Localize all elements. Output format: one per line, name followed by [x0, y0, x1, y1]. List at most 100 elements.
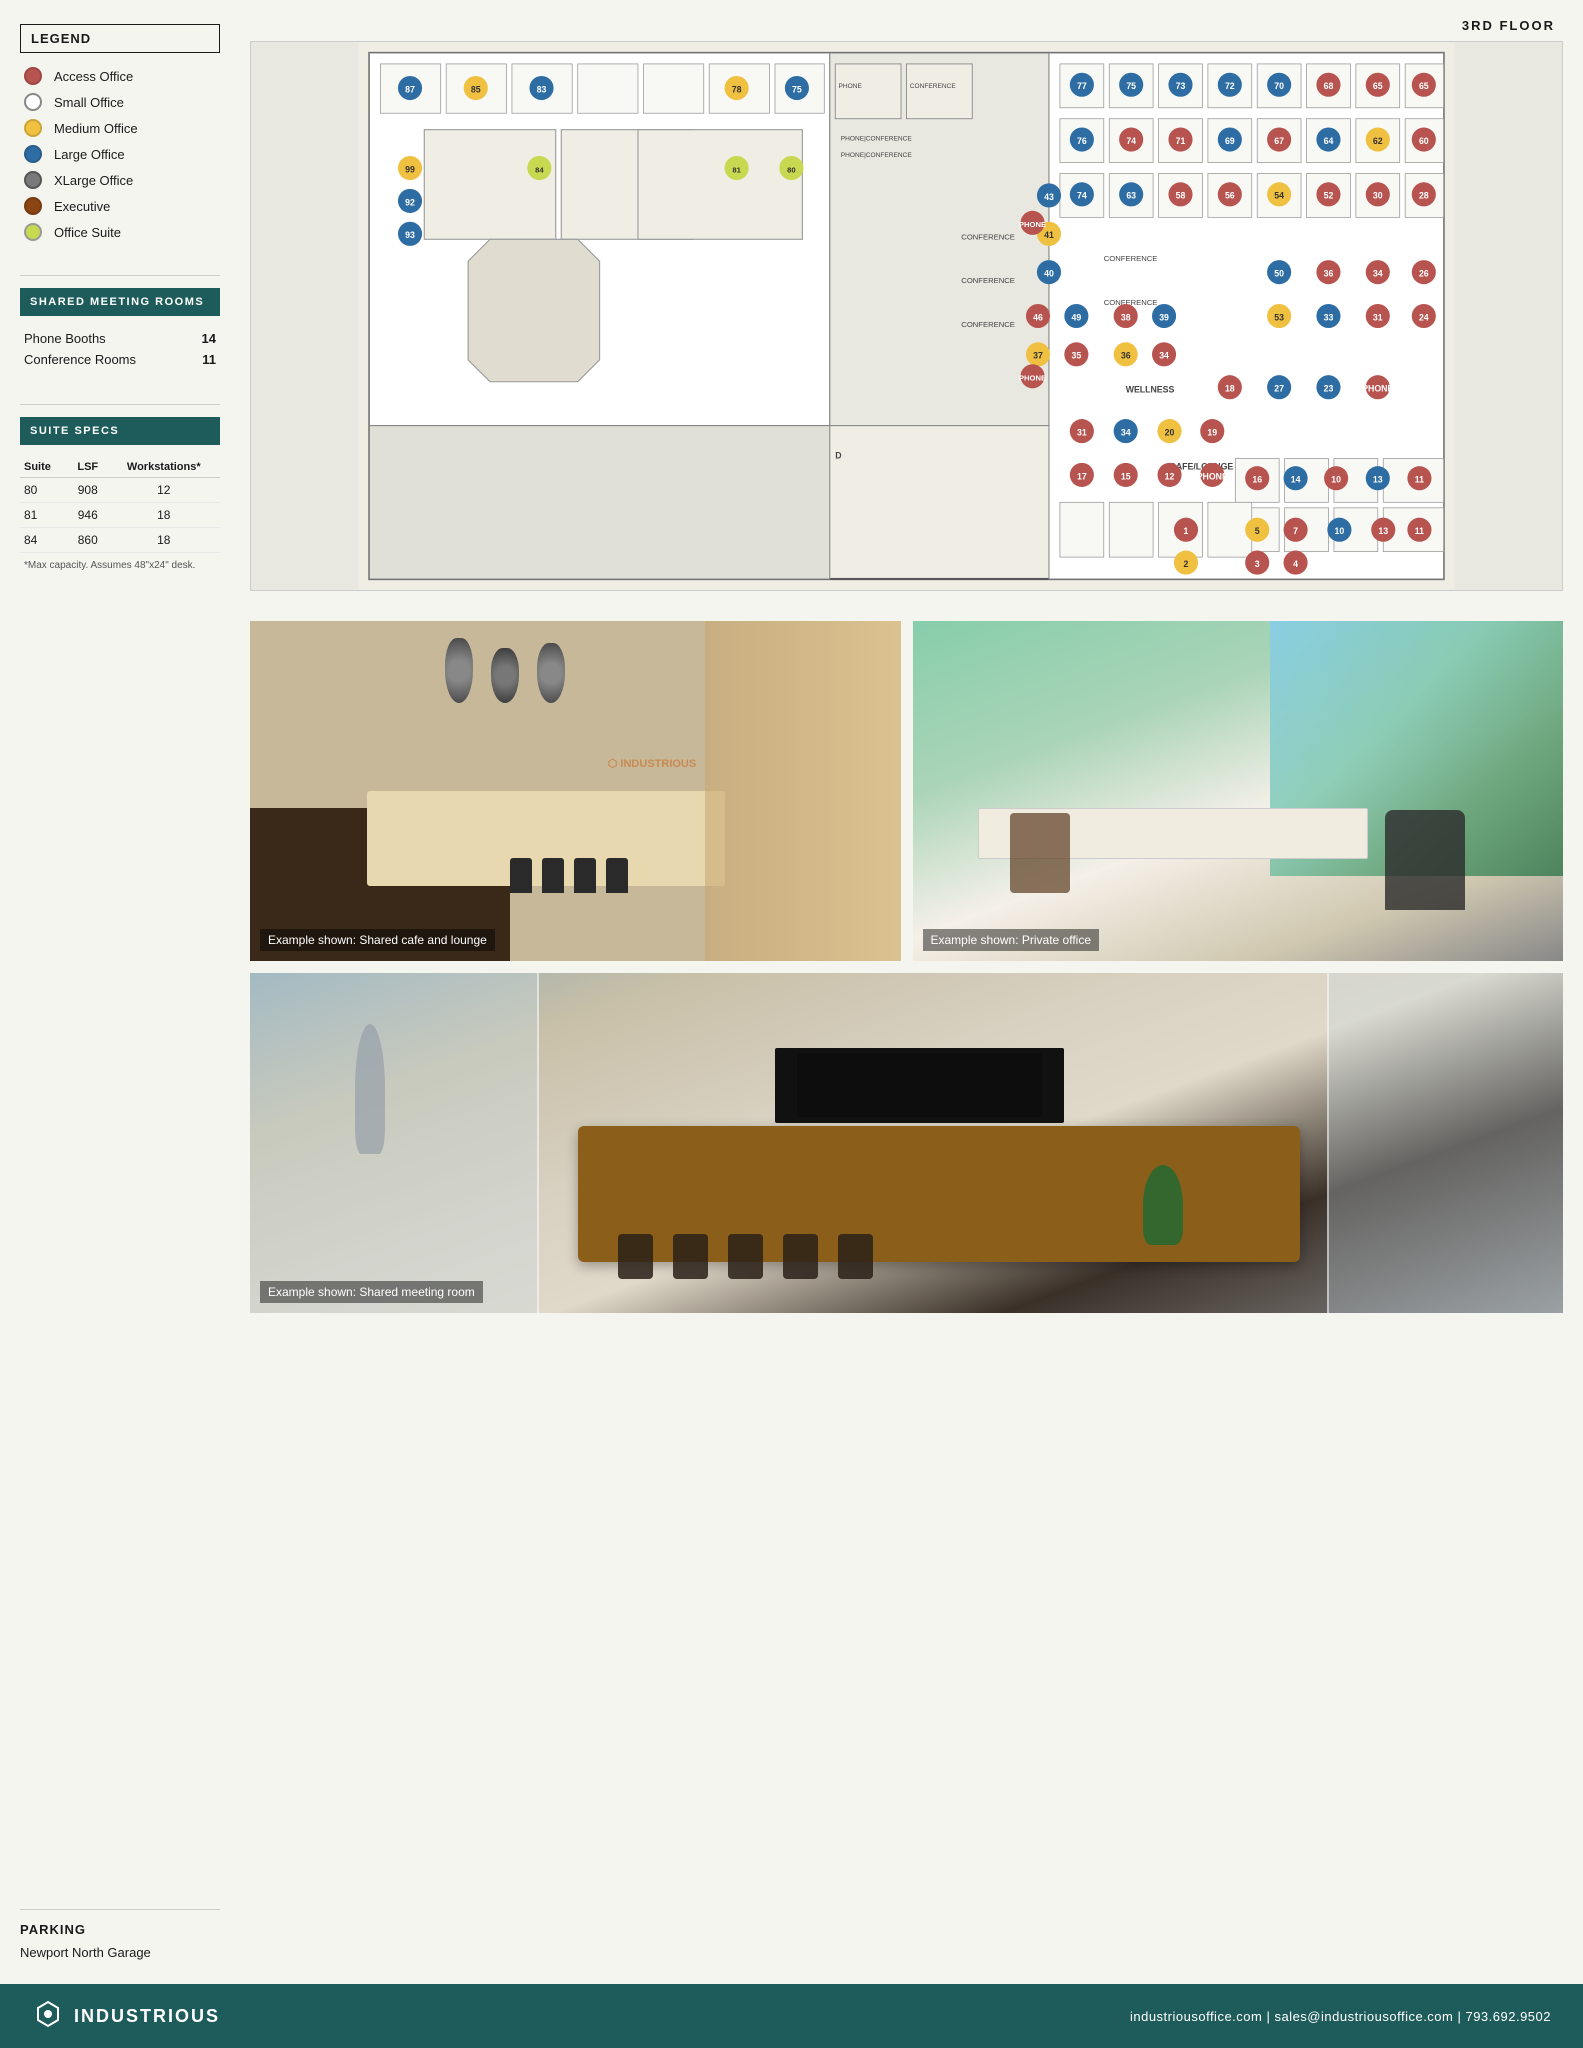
svg-text:67: 67 — [1274, 136, 1284, 146]
svg-text:PHONE: PHONE — [1362, 384, 1393, 394]
legend-label-suite: Office Suite — [54, 225, 121, 240]
svg-text:27: 27 — [1274, 384, 1284, 394]
svg-text:20: 20 — [1165, 427, 1175, 437]
footer-contact: industriousoffice.com | sales@industriou… — [1130, 2009, 1551, 2024]
ws-80: 12 — [108, 478, 220, 503]
svg-text:75: 75 — [1126, 81, 1136, 91]
svg-text:58: 58 — [1176, 191, 1186, 201]
svg-text:31: 31 — [1077, 427, 1087, 437]
svg-text:35: 35 — [1072, 351, 1082, 361]
legend-item-executive: Executive — [24, 197, 216, 215]
svg-text:40: 40 — [1044, 269, 1054, 279]
industrious-logo-icon — [32, 2000, 64, 2032]
svg-text:60: 60 — [1419, 136, 1429, 146]
svg-text:87: 87 — [405, 84, 415, 94]
svg-text:CONFERENCE: CONFERENCE — [961, 232, 1015, 241]
svg-text:46: 46 — [1033, 312, 1043, 322]
svg-text:83: 83 — [537, 84, 547, 94]
svg-text:13: 13 — [1378, 526, 1388, 536]
ws-84: 18 — [108, 528, 220, 553]
table-row: 84 860 18 — [20, 528, 220, 553]
table-row: 80 908 12 — [20, 478, 220, 503]
svg-text:52: 52 — [1324, 191, 1334, 201]
floor-plan-svg: SUITE 84 SUITE 81 SUITE 80 PHONE CONFERE… — [251, 42, 1562, 590]
svg-text:75: 75 — [792, 84, 802, 94]
svg-text:63: 63 — [1126, 191, 1136, 201]
legend-title: LEGEND — [20, 24, 220, 53]
cafe-image: ⬡ INDUSTRIOUS — [250, 621, 901, 961]
suite-80: 80 — [20, 478, 68, 503]
large-icon — [24, 145, 42, 163]
svg-text:D: D — [835, 450, 841, 460]
legend-label-small: Small Office — [54, 95, 124, 110]
svg-text:85: 85 — [471, 84, 481, 94]
office-caption: Example shown: Private office — [923, 929, 1100, 951]
svg-text:49: 49 — [1072, 312, 1082, 322]
svg-text:12: 12 — [1165, 471, 1175, 481]
shared-meeting-rooms-section: SHARED MEETING ROOMS Phone Booths 14 Con… — [20, 288, 220, 370]
svg-text:99: 99 — [405, 164, 415, 174]
svg-text:43: 43 — [1044, 192, 1054, 202]
svg-text:68: 68 — [1324, 81, 1334, 91]
ws-81: 18 — [108, 503, 220, 528]
svg-text:2: 2 — [1184, 559, 1189, 569]
photos-section: ⬡ INDUSTRIOUS Example shown: Shared cafe… — [240, 601, 1583, 1323]
svg-text:77: 77 — [1077, 81, 1087, 91]
svg-text:24: 24 — [1419, 312, 1429, 322]
svg-text:36: 36 — [1121, 351, 1131, 361]
meeting-caption: Example shown: Shared meeting room — [260, 1281, 483, 1303]
suite-icon — [24, 223, 42, 241]
svg-text:71: 71 — [1176, 136, 1186, 146]
content-area: 3RD FLOOR — [240, 0, 1583, 1984]
phone-booths-label: Phone Booths — [24, 331, 106, 346]
svg-text:34: 34 — [1373, 269, 1383, 279]
xlarge-icon — [24, 171, 42, 189]
svg-text:10: 10 — [1335, 526, 1345, 536]
col-workstations: Workstations* — [108, 457, 220, 478]
suite-84: 84 — [20, 528, 68, 553]
svg-text:76: 76 — [1077, 136, 1087, 146]
svg-text:PHONE|CONFERENCE: PHONE|CONFERENCE — [841, 136, 913, 143]
suite-footnote: *Max capacity. Assumes 48"x24" desk. — [20, 559, 220, 573]
floor-plan: SUITE 84 SUITE 81 SUITE 80 PHONE CONFERE… — [250, 41, 1563, 591]
svg-text:11: 11 — [1415, 526, 1424, 536]
svg-text:53: 53 — [1274, 312, 1284, 322]
svg-text:54: 54 — [1274, 191, 1284, 201]
svg-text:17: 17 — [1077, 471, 1087, 481]
svg-text:34: 34 — [1159, 351, 1169, 361]
office-image — [913, 621, 1564, 961]
svg-text:33: 33 — [1324, 312, 1334, 322]
main-layout: LEGEND Access Office Small Office Medium… — [0, 0, 1583, 1984]
svg-text:14: 14 — [1291, 475, 1301, 485]
svg-text:62: 62 — [1373, 136, 1383, 146]
svg-text:15: 15 — [1121, 471, 1131, 481]
pendant-lights — [445, 638, 565, 703]
legend-label-large: Large Office — [54, 147, 125, 162]
svg-text:80: 80 — [787, 165, 796, 174]
svg-text:65: 65 — [1419, 81, 1429, 91]
svg-text:26: 26 — [1419, 269, 1429, 279]
divider-3 — [20, 1909, 220, 1910]
svg-text:7: 7 — [1293, 526, 1298, 536]
svg-text:92: 92 — [405, 197, 415, 207]
legend-label-medium: Medium Office — [54, 121, 138, 136]
bar-stools — [510, 858, 628, 893]
legend-item-xlarge: XLarge Office — [24, 171, 216, 189]
svg-text:16: 16 — [1252, 475, 1262, 485]
svg-text:70: 70 — [1274, 81, 1284, 91]
lsf-80: 908 — [68, 478, 108, 503]
svg-text:38: 38 — [1121, 312, 1131, 322]
legend-label-xlarge: XLarge Office — [54, 173, 133, 188]
suite-specs-section: SUITE SPECS Suite LSF Workstations* 80 9… — [20, 417, 220, 573]
conference-rooms-count: 11 — [202, 352, 216, 367]
shared-meeting-rooms-header: SHARED MEETING ROOMS — [20, 288, 220, 316]
divider-2 — [20, 404, 220, 405]
cafe-photo: ⬡ INDUSTRIOUS Example shown: Shared cafe… — [250, 621, 901, 961]
svg-text:28: 28 — [1419, 191, 1429, 201]
svg-text:72: 72 — [1225, 81, 1235, 91]
svg-text:34: 34 — [1121, 427, 1131, 437]
svg-text:CONFERENCE: CONFERENCE — [961, 276, 1015, 285]
floor-title: 3RD FLOOR — [240, 0, 1583, 41]
phone-booths-row: Phone Booths 14 — [20, 328, 220, 349]
svg-text:13: 13 — [1373, 475, 1383, 485]
